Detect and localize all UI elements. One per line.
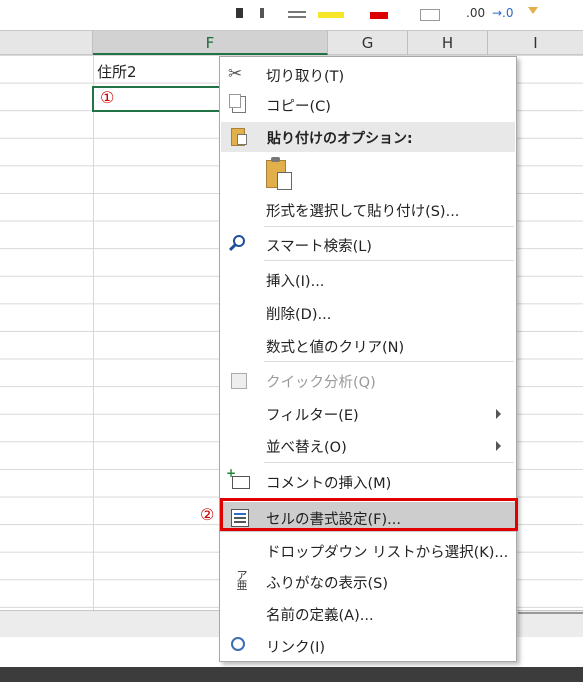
more-options-chevron-icon[interactable] <box>528 7 538 14</box>
menu-item-link-label: リンク(I) <box>266 640 326 656</box>
menu-separator <box>264 462 514 463</box>
cell-f1[interactable]: 住所2 <box>97 61 137 82</box>
menu-item-pick-from-list[interactable]: ドロップダウン リストから選択(K)... <box>220 535 516 565</box>
menu-item-quick-analysis-label: クイック分析(Q) <box>266 375 376 391</box>
submenu-arrow-icon <box>496 441 501 451</box>
menu-item-smart-lookup-label: スマート検索(L) <box>266 239 372 255</box>
highlight-box-format-cells <box>220 498 518 531</box>
menu-item-filter[interactable]: フィルター(E) <box>220 398 516 428</box>
underline-icon[interactable] <box>288 16 306 18</box>
smart-lookup-icon <box>233 235 245 247</box>
menu-item-cut-label: 切り取り(T) <box>266 69 345 85</box>
paste-options-header: 貼り付けのオプション: <box>221 122 515 152</box>
bold-icon[interactable] <box>236 8 243 18</box>
annotation-marker-1: ① <box>100 88 115 107</box>
phonetic-icon: ア亜 <box>236 569 248 592</box>
menu-item-insert[interactable]: 挿入(I)... <box>220 264 516 294</box>
decrease-decimal-button[interactable]: →.0 <box>492 6 514 20</box>
column-header-i[interactable]: I <box>488 31 583 55</box>
menu-item-link[interactable]: リンク(I) <box>220 630 516 660</box>
cut-icon: ✂ <box>228 64 243 84</box>
insert-comment-icon <box>226 466 250 489</box>
menu-item-define-name[interactable]: 名前の定義(A)... <box>220 598 516 628</box>
column-header-g[interactable]: G <box>328 31 408 55</box>
menu-item-define-name-label: 名前の定義(A)... <box>266 608 374 624</box>
status-bar <box>0 667 583 682</box>
menu-item-sort[interactable]: 並べ替え(O) <box>220 430 516 460</box>
ribbon-toolbar-strip: .00 →.0 <box>0 0 583 30</box>
menu-item-show-phonetic[interactable]: ア亜 ふりがなの表示(S) <box>220 566 516 596</box>
annotation-marker-2: ② <box>200 505 215 524</box>
copy-icon <box>229 94 246 113</box>
menu-item-insert-comment[interactable]: コメントの挿入(M) <box>220 466 516 496</box>
menu-item-copy-label: コピー(C) <box>266 99 331 115</box>
menu-item-smart-lookup[interactable]: スマート検索(L) <box>220 229 516 259</box>
column-header-blank <box>0 31 93 55</box>
menu-item-paste-special[interactable]: 形式を選択して貼り付け(S)... <box>220 194 516 224</box>
menu-item-filter-label: フィルター(E) <box>266 408 359 424</box>
quick-analysis-icon <box>231 373 247 389</box>
menu-item-cut[interactable]: ✂ 切り取り(T) <box>220 59 516 89</box>
context-menu: ✂ 切り取り(T) コピー(C) 貼り付けのオプション: 形式を選択して貼り付け… <box>219 56 517 662</box>
menu-item-paste-special-label: 形式を選択して貼り付け(S)... <box>266 204 460 220</box>
menu-item-delete[interactable]: 削除(D)... <box>220 297 516 327</box>
menu-item-insert-label: 挿入(I)... <box>266 274 325 290</box>
font-color-icon[interactable] <box>370 12 388 19</box>
menu-item-sort-label: 並べ替え(O) <box>266 440 347 456</box>
menu-item-clear-contents[interactable]: 数式と値のクリア(N) <box>220 330 516 360</box>
menu-item-show-phonetic-label: ふりがなの表示(S) <box>266 576 389 592</box>
link-icon <box>231 637 245 651</box>
column-header-h[interactable]: H <box>408 31 488 55</box>
paste-option-icon[interactable] <box>266 157 292 190</box>
border-icon[interactable] <box>420 9 440 21</box>
menu-item-copy[interactable]: コピー(C) <box>220 89 516 119</box>
menu-item-clear-contents-label: 数式と値のクリア(N) <box>266 340 405 356</box>
menu-item-quick-analysis: クイック分析(Q) <box>220 365 516 395</box>
horizontal-scrollbar[interactable] <box>518 612 583 614</box>
menu-separator <box>264 226 514 227</box>
fill-color-icon[interactable] <box>318 12 344 18</box>
paste-icon <box>231 128 247 146</box>
menu-separator <box>264 260 514 261</box>
column-header-f[interactable]: F <box>93 31 328 55</box>
menu-item-delete-label: 削除(D)... <box>266 307 332 323</box>
paste-options-label: 貼り付けのオプション: <box>267 131 413 147</box>
increase-decimal-button[interactable]: .00 <box>466 6 485 20</box>
menu-separator <box>264 361 514 362</box>
submenu-arrow-icon <box>496 409 501 419</box>
menu-item-pick-from-list-label: ドロップダウン リストから選択(K)... <box>266 545 509 561</box>
column-header-row: F G H I <box>0 30 583 55</box>
menu-item-insert-comment-label: コメントの挿入(M) <box>266 476 392 492</box>
grid-divider <box>93 55 94 610</box>
italic-icon[interactable] <box>260 8 264 18</box>
